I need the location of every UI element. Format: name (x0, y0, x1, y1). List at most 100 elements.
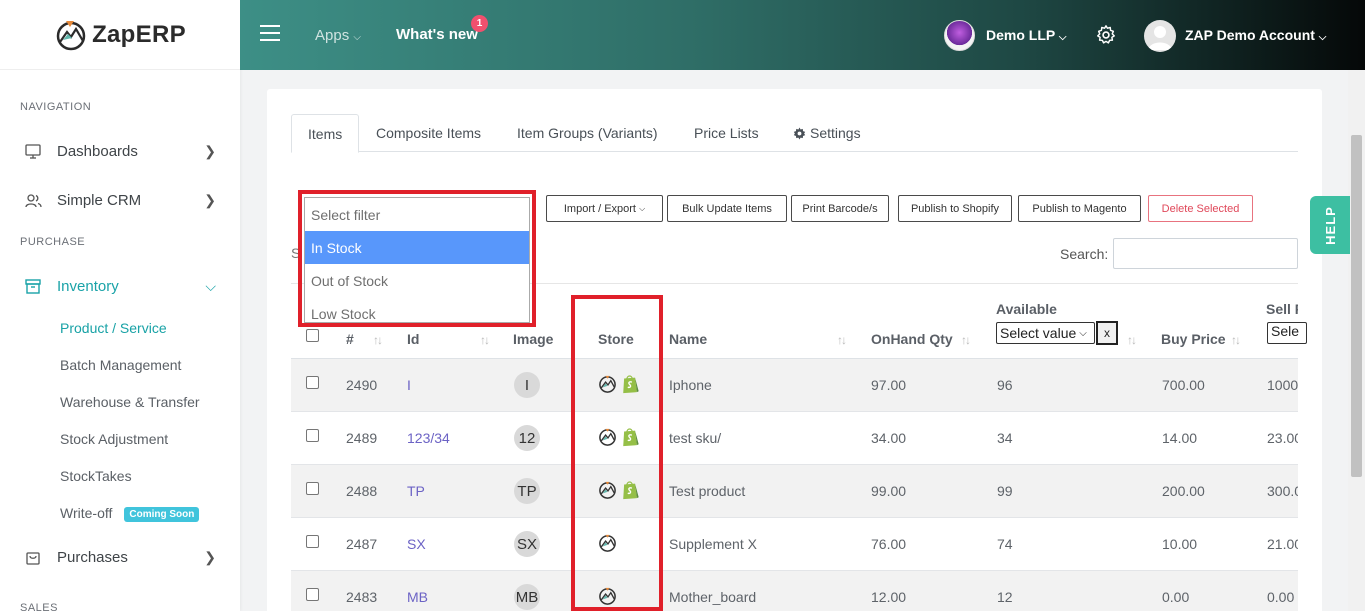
row-id-link[interactable]: I (407, 377, 411, 393)
table-row[interactable]: 2487 SX SX Supplement X 76.00 74 10.00 21.00 (291, 518, 1298, 571)
tab-price-lists[interactable]: Price Lists (678, 114, 775, 152)
chevron-right-icon: ❯ (204, 191, 216, 208)
hamburger-menu-icon[interactable] (260, 25, 280, 41)
search-label: Search: (1060, 246, 1109, 262)
sidebar-item-label: Purchases (57, 548, 128, 566)
page-scrollbar[interactable] (1348, 70, 1365, 611)
table-row[interactable]: 2489 123/34 12 test sku/34.00 34 14.00 23.00 (291, 412, 1298, 465)
import-export-button[interactable]: Import / Export ⌵ (546, 195, 663, 222)
column-header-onhand-qty[interactable]: OnHand Qty (871, 331, 953, 347)
delete-selected-button[interactable]: Delete Selected (1148, 195, 1253, 222)
tab-composite-items[interactable]: Composite Items (360, 114, 497, 152)
tab-settings[interactable]: Settings (777, 114, 877, 152)
sidebar: ZapERP NAVIGATION Dashboards ❯ Simple CR… (0, 0, 240, 611)
table-row[interactable]: 2488 TP TP Test product 99.00 99 200.00 300.0 (291, 465, 1298, 518)
top-bar: Apps ⌵ What's new 1 Demo LLP ⌵ ZAP Demo … (240, 0, 1365, 70)
tab-item-groups[interactable]: Item Groups (Variants) (501, 114, 674, 152)
table-row[interactable]: 2483 MB MB Mother_board 12.00 12 0.00 0.00 (291, 571, 1298, 611)
row-id-link[interactable]: TP (407, 483, 425, 499)
column-header-name[interactable]: Name (669, 331, 707, 347)
row-name: Iphone (669, 377, 712, 393)
row-number: 2489 (346, 430, 378, 446)
sort-icon[interactable]: ↑↓ (480, 333, 490, 347)
row-checkbox[interactable] (306, 535, 319, 548)
settings-gear-icon[interactable] (1095, 24, 1117, 46)
row-checkbox[interactable] (306, 588, 319, 601)
highlight-box-store-column (571, 295, 663, 611)
row-checkbox[interactable] (306, 376, 319, 389)
sidebar-subitem-product-service[interactable]: Product / Service (60, 320, 167, 336)
row-number: 2488 (346, 483, 378, 499)
sell-price-filter-select[interactable]: Sele (1267, 322, 1307, 344)
clear-filter-button[interactable]: x (1096, 321, 1118, 345)
sidebar-item-purchases[interactable]: Purchases ❯ (0, 537, 240, 577)
sidebar-item-inventory[interactable]: Inventory ⌵ (0, 266, 240, 306)
sidebar-subitem-stock-adjustment[interactable]: Stock Adjustment (60, 431, 168, 447)
row-id-link[interactable]: MB (407, 589, 428, 605)
row-onhand-qty: 12.00 (871, 589, 907, 605)
sidebar-subitem-label: Write-off (60, 505, 113, 521)
publish-magento-button[interactable]: Publish to Magento (1018, 195, 1141, 222)
column-header-id[interactable]: Id (407, 331, 419, 347)
sidebar-item-dashboards[interactable]: Dashboards ❯ (0, 131, 240, 171)
sort-icon[interactable]: ↑↓ (837, 333, 847, 347)
sort-icon[interactable]: ↑↓ (961, 333, 971, 347)
column-header-number[interactable]: # (346, 331, 354, 347)
sidebar-subitem-warehouse-transfer[interactable]: Warehouse & Transfer (60, 394, 200, 410)
whats-new-link[interactable]: What's new (396, 26, 478, 43)
table-row[interactable]: 2490 I I Iphone 97.00 96 700.00 1000 (291, 359, 1298, 412)
column-header-available[interactable]: Available (996, 301, 1057, 317)
row-sell-price: 0.00 (1267, 589, 1295, 605)
nav-heading-navigation: NAVIGATION (20, 101, 92, 113)
chevron-down-icon: ⌵ (205, 277, 216, 294)
publish-shopify-button[interactable]: Publish to Shopify (898, 195, 1012, 222)
sort-icon[interactable]: ↑↓ (1231, 333, 1241, 347)
row-checkbox[interactable] (306, 482, 319, 495)
user-name: ZAP Demo Account (1185, 27, 1315, 43)
row-onhand-qty: 34.00 (871, 430, 907, 446)
item-image-placeholder: 12 (514, 425, 540, 451)
print-barcode-button[interactable]: Print Barcode/s (791, 195, 889, 222)
coming-soon-badge: Coming Soon (124, 506, 200, 522)
column-header-image[interactable]: Image (513, 331, 553, 347)
brand-logo[interactable]: ZapERP (0, 0, 240, 70)
help-label: HELP (1322, 205, 1338, 245)
sidebar-subitem-stocktakes[interactable]: StockTakes (60, 468, 132, 484)
organization-switcher[interactable]: Demo LLP ⌵ (986, 27, 1066, 43)
row-checkbox[interactable] (306, 429, 319, 442)
highlight-box-filter (298, 190, 536, 327)
sidebar-subitem-batch-management[interactable]: Batch Management (60, 357, 181, 373)
column-header-sell-price[interactable]: Sell P (1266, 301, 1298, 317)
apps-menu[interactable]: Apps ⌵ (315, 27, 361, 44)
sort-icon[interactable]: ↑↓ (373, 333, 383, 347)
row-buy-price: 700.00 (1162, 377, 1205, 393)
column-header-buy-price[interactable]: Buy Price (1161, 331, 1226, 347)
scrollbar-thumb[interactable] (1351, 135, 1362, 477)
sidebar-item-simple-crm[interactable]: Simple CRM ❯ (0, 180, 240, 220)
item-tabs: Items Composite Items Item Groups (Varia… (291, 114, 1298, 153)
row-id-link[interactable]: 123/34 (407, 430, 450, 446)
sort-icon[interactable]: ↑↓ (1127, 333, 1137, 347)
shopping-bag-icon (24, 548, 42, 566)
sidebar-item-label: Dashboards (57, 142, 138, 160)
brand-name: ZapERP (92, 20, 186, 48)
bulk-update-button[interactable]: Bulk Update Items (667, 195, 787, 222)
gear-icon (793, 127, 806, 139)
organization-avatar[interactable] (944, 20, 975, 51)
row-available: 34 (997, 430, 1013, 446)
row-available: 12 (997, 589, 1013, 605)
tab-items[interactable]: Items (291, 114, 360, 153)
row-id-link[interactable]: SX (407, 536, 426, 552)
sidebar-subitem-write-off[interactable]: Write-off Coming Soon (60, 505, 200, 522)
item-image-placeholder: TP (514, 478, 540, 504)
row-name: Supplement X (669, 536, 757, 552)
row-name: Test product (669, 483, 746, 499)
available-filter-select[interactable]: Select value ⌵ (996, 322, 1095, 344)
user-avatar[interactable] (1144, 20, 1176, 52)
select-all-checkbox[interactable] (306, 329, 319, 342)
row-number: 2483 (346, 589, 378, 605)
search-input[interactable] (1113, 238, 1298, 269)
help-button[interactable]: HELP (1310, 196, 1350, 254)
users-icon (24, 191, 42, 209)
user-menu[interactable]: ZAP Demo Account ⌵ (1185, 27, 1326, 43)
